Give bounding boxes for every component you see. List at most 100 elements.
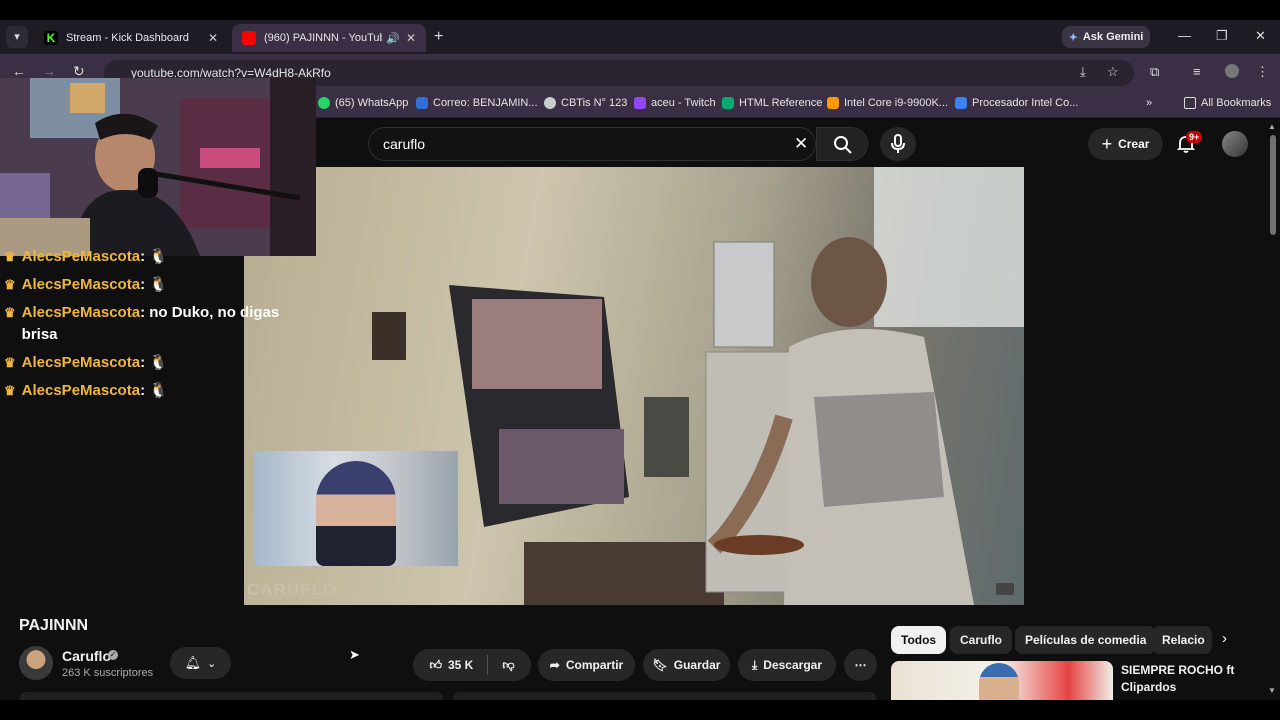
tab-close-icon[interactable]: ✕	[406, 31, 416, 45]
minimize-button[interactable]: —	[1178, 28, 1191, 43]
video-title: PAJINNN	[19, 617, 89, 634]
tab-search-dropdown-button[interactable]: ▾	[6, 26, 28, 48]
bookmarks-overflow-icon[interactable]: »	[1146, 97, 1152, 109]
speaker-icon[interactable]: 🔊	[386, 32, 400, 45]
extensions-icon[interactable]: ⧉	[1150, 64, 1159, 80]
download-button[interactable]: ⤓ Descargar	[738, 649, 836, 681]
thumbs-down-icon: 👎︎	[502, 657, 515, 672]
bookmark-label: (65) WhatsApp	[335, 97, 409, 109]
crown-icon: ♛	[4, 305, 16, 320]
chat-message: ♛ AlecsPeMascota: 🐧	[4, 352, 294, 374]
kick-icon: K	[44, 31, 58, 45]
tab-kick-dashboard[interactable]: K Stream - Kick Dashboard ✕	[34, 24, 228, 52]
chat-message: ♛ AlecsPeMascota: no Duko, no digas bris…	[4, 302, 294, 346]
save-button[interactable]: 🔖︎ Guardar	[643, 649, 730, 681]
chip-caruflo[interactable]: Caruflo	[950, 626, 1012, 654]
bookmark-html-reference[interactable]: HTML Reference	[722, 97, 822, 109]
scroll-up-arrow[interactable]: ▲	[1268, 122, 1276, 131]
browser-menu-icon[interactable]: ⋮	[1256, 64, 1269, 80]
voice-search-button[interactable]	[880, 127, 916, 161]
bookmark-intel-core[interactable]: Intel Core i9-9900K...	[827, 97, 948, 109]
bookmark-correo[interactable]: Correo: BENJAMIN...	[416, 97, 538, 109]
search-box[interactable]	[368, 127, 816, 161]
page-scrollbar[interactable]	[1270, 135, 1276, 235]
chip-todos[interactable]: Todos	[891, 626, 947, 654]
bookmark-label: aceu - Twitch	[651, 97, 716, 109]
new-tab-button[interactable]: +	[434, 28, 443, 46]
all-bookmarks-button[interactable]: All Bookmarks	[1184, 97, 1271, 109]
profile-avatar[interactable]	[1225, 64, 1239, 78]
video-player[interactable]	[244, 167, 1024, 605]
video-facecam	[254, 451, 458, 566]
video-overlay-logo	[996, 583, 1014, 595]
tab-close-icon[interactable]: ✕	[208, 31, 218, 45]
verified-icon: ✓	[108, 650, 118, 660]
search-input[interactable]: caruflo	[383, 136, 425, 152]
clear-search-icon[interactable]: ✕	[794, 134, 808, 154]
search-icon	[834, 136, 852, 154]
create-button[interactable]: + Crear	[1088, 128, 1163, 160]
chat-username: AlecsPeMascota	[21, 354, 141, 371]
share-button[interactable]: ➦ Compartir	[538, 649, 635, 681]
dislike-button[interactable]: 👎︎	[502, 658, 514, 673]
chat-username: AlecsPeMascota	[21, 248, 141, 265]
subscriber-count: 263 K suscriptores	[62, 667, 154, 679]
restore-button[interactable]: ❐	[1216, 28, 1228, 44]
like-button[interactable]: 👍︎ 35 K	[429, 658, 473, 673]
chevron-down-icon: ⌄	[207, 657, 217, 670]
bookmark-twitch[interactable]: aceu - Twitch	[634, 97, 716, 109]
scroll-down-arrow[interactable]: ▼	[1268, 686, 1276, 695]
account-avatar[interactable]	[1222, 131, 1248, 157]
chat-text: : 🐧	[140, 354, 168, 371]
bookmark-label: Correo: BENJAMIN...	[433, 97, 538, 109]
bookmark-procesador[interactable]: Procesador Intel Co...	[955, 97, 1078, 109]
search-button[interactable]	[816, 127, 868, 161]
chat-text: : 🐧	[140, 382, 168, 399]
chat-message: ♛ AlecsPeMascota: 🐧	[4, 274, 294, 296]
subscription-notifications-button[interactable]: 🔔︎ ⌄	[170, 647, 231, 679]
close-window-button[interactable]: ✕	[1255, 28, 1266, 44]
more-actions-button[interactable]: ⋯	[844, 649, 877, 681]
install-app-icon[interactable]: ⤓	[1080, 64, 1086, 80]
tab-youtube[interactable]: (960) PAJINNN - YouTube 🔊 ✕	[232, 24, 426, 52]
chat-username: AlecsPeMascota	[21, 304, 141, 321]
chat-text: : 🐧	[140, 248, 168, 265]
more-icon: ⋯	[854, 658, 867, 672]
share-icon: ➦	[549, 658, 560, 672]
plus-icon: +	[1101, 133, 1113, 154]
globe-icon	[544, 97, 556, 109]
video-watermark: CARUFLO	[247, 580, 338, 599]
chat-message: ♛ AlecsPeMascota: 🐧	[4, 380, 294, 402]
bookmark-label: HTML Reference	[739, 97, 823, 109]
chevron-right-icon[interactable]: ›	[1222, 630, 1227, 647]
w3-icon	[722, 97, 734, 109]
recommendation-thumbnail[interactable]	[891, 661, 1113, 701]
channel-name[interactable]: Caruflo	[62, 648, 111, 664]
amazon-icon	[827, 97, 839, 109]
like-count: 35 K	[448, 658, 474, 672]
chip-peliculas-comedia[interactable]: Películas de comedia	[1015, 626, 1157, 654]
twitch-icon	[634, 97, 646, 109]
back-button[interactable]: ←	[12, 63, 26, 79]
bookmark-label: CBTis N° 123	[561, 97, 628, 109]
bookmark-cbtis[interactable]: CBTis N° 123	[544, 97, 627, 109]
chat-text: : 🐧	[140, 276, 168, 293]
thumbs-up-icon: 👍︎	[429, 657, 442, 672]
media-controls-icon[interactable]: ≡	[1193, 64, 1201, 79]
share-label: Compartir	[565, 658, 624, 672]
window-top-border	[0, 0, 1280, 20]
forward-button[interactable]: →	[42, 63, 56, 79]
save-label: Guardar	[673, 658, 721, 672]
tab-label: (960) PAJINNN - YouTube	[264, 32, 383, 44]
all-bookmarks-label: All Bookmarks	[1201, 97, 1272, 109]
channel-avatar[interactable]	[19, 646, 53, 680]
divider	[487, 655, 489, 675]
bottom-border	[0, 700, 1280, 720]
bookmark-star-icon[interactable]: ☆	[1107, 64, 1119, 80]
chip-relacionados[interactable]: Relacio	[1152, 626, 1212, 654]
bookmark-whatsapp[interactable]: (65) WhatsApp	[318, 97, 408, 109]
ask-gemini-button[interactable]: ✦ Ask Gemini	[1062, 26, 1150, 48]
chat-overlay: ♛ AlecsPeMascota: 🐧 ♛ AlecsPeMascota: 🐧 …	[4, 248, 294, 402]
bookmark-label: Procesador Intel Co...	[972, 97, 1079, 109]
recommendation-title[interactable]: SIEMPRE ROCHO ft Clipardos	[1121, 662, 1251, 696]
